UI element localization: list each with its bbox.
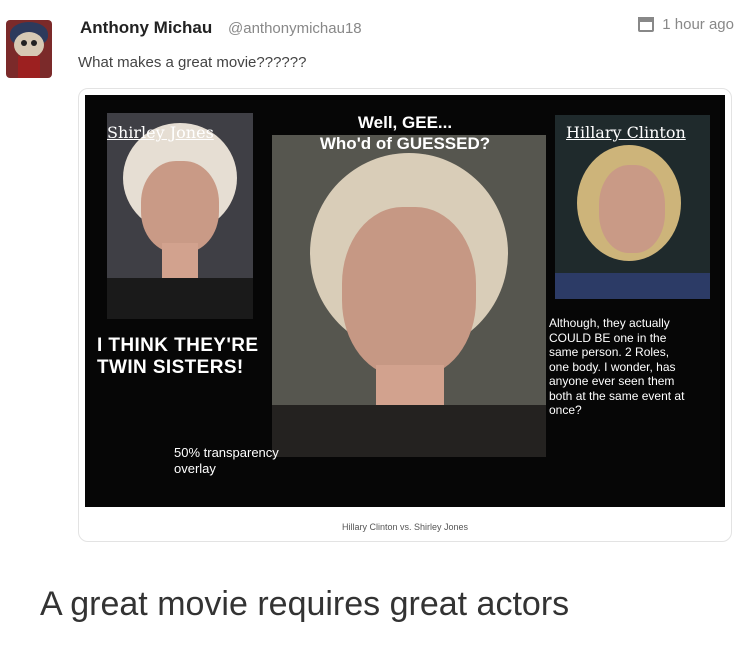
photo-face <box>141 161 219 253</box>
meme-image[interactable]: Shirley Jones Hillary Clinton Well, GEE.… <box>85 95 725 507</box>
note-line: Although, they actually <box>549 316 670 330</box>
meme-title: Well, GEE... Who'd of GUESSED? <box>290 112 520 154</box>
avatar-face <box>14 32 44 58</box>
photo-hillary-clinton <box>555 115 710 299</box>
overlay-label-line2: overlay <box>174 461 216 476</box>
photo-shirt <box>272 405 546 457</box>
author-name[interactable]: Anthony Michau <box>80 18 212 38</box>
note-line: once? <box>549 403 582 417</box>
note-line: one body. I wonder, has <box>549 359 676 374</box>
avatar-body <box>18 56 40 78</box>
note-line: COULD BE one in the <box>549 330 667 345</box>
caption-hillary-clinton: Hillary Clinton <box>566 123 686 142</box>
note-line: same person. 2 Roles, <box>549 345 670 359</box>
photo-overlay <box>272 135 546 457</box>
photo-shirley-jones <box>107 113 253 319</box>
meme-title-line2: Who'd of GUESSED? <box>319 134 491 153</box>
avatar[interactable] <box>6 20 52 78</box>
twin-text-line2: TWIN SISTERS! <box>97 357 244 378</box>
photo-shirt <box>555 273 710 299</box>
post-text: What makes a great movie?????? <box>78 54 307 71</box>
twin-sisters-text: I THINK THEY'RE TWIN SISTERS! <box>97 335 258 379</box>
note-line: anyone ever seen them <box>549 374 675 388</box>
footer-caption: A great movie requires great actors <box>40 585 570 623</box>
photo-shirt <box>107 278 253 319</box>
avatar-eye <box>21 40 27 46</box>
timestamp: 1 hour ago <box>638 16 734 33</box>
photo-face <box>342 207 476 377</box>
card-caption: Hillary Clinton vs. Shirley Jones <box>341 522 469 532</box>
photo-face <box>599 165 665 253</box>
overlay-label: 50% transparency overlay <box>174 445 279 477</box>
meme-note: Although, they actually COULD BE one in … <box>549 316 721 418</box>
time-text: 1 hour ago <box>662 16 734 33</box>
overlay-label-line1: 50% transparency <box>174 445 279 460</box>
caption-shirley-jones: Shirley Jones <box>107 123 214 142</box>
calendar-icon <box>638 17 655 32</box>
note-line: both at the same event at <box>549 388 685 403</box>
avatar-eye <box>31 40 37 46</box>
twin-text-line1: I THINK THEY'RE <box>97 335 259 356</box>
author-handle[interactable]: @anthonymichau18 <box>228 20 362 37</box>
meme-title-line1: Well, GEE... <box>357 113 453 132</box>
